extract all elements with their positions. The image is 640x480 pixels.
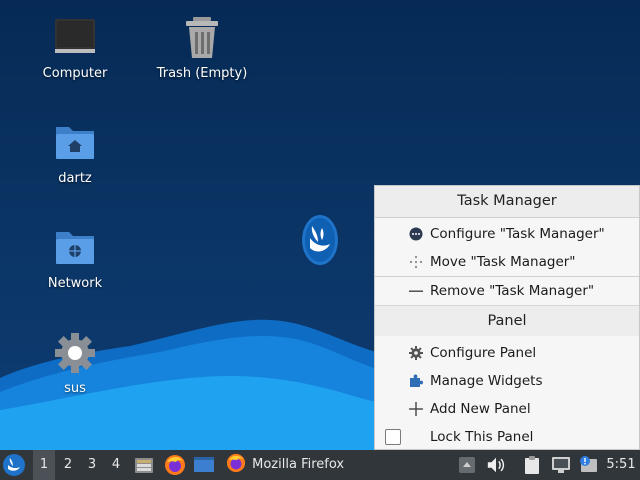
clock[interactable]: 5:51 bbox=[604, 450, 638, 480]
move-icon bbox=[409, 255, 423, 269]
workspace-1[interactable]: 1 bbox=[33, 450, 55, 480]
menu-item-add-new-panel[interactable]: Add New Panel bbox=[375, 395, 639, 423]
computer-icon bbox=[55, 19, 95, 53]
desktop-icon-computer[interactable]: Computer bbox=[20, 16, 130, 81]
gear-icon bbox=[55, 333, 95, 373]
desktop-icon-network[interactable]: Network bbox=[20, 226, 130, 291]
desktop-icon-label: Network bbox=[47, 276, 103, 291]
desktop-icon-dartz[interactable]: dartz bbox=[20, 121, 130, 186]
gear-icon bbox=[409, 346, 423, 360]
panel-context-menu: Task Manager Configure "Task Manager" Mo… bbox=[374, 185, 640, 450]
task-manager-icon bbox=[409, 227, 423, 241]
menu-item-label: Remove "Task Manager" bbox=[430, 283, 595, 299]
network-tray[interactable] bbox=[550, 450, 572, 480]
desktop-icon-sus[interactable]: sus bbox=[20, 331, 130, 396]
lubuntu-logo-icon bbox=[302, 215, 338, 265]
volume-icon bbox=[487, 457, 505, 473]
tray-up-arrow-icon bbox=[459, 457, 475, 473]
updates-tray[interactable] bbox=[578, 450, 598, 480]
desktop-icon-label: sus bbox=[64, 381, 86, 396]
plus-icon bbox=[409, 402, 423, 416]
start-menu-button[interactable] bbox=[2, 450, 30, 480]
menu-item-label: Manage Widgets bbox=[430, 373, 543, 389]
menu-item-move-task-manager[interactable]: Move "Task Manager" bbox=[375, 248, 639, 276]
workspace-3[interactable]: 3 bbox=[81, 450, 103, 480]
menu-item-label: Move "Task Manager" bbox=[430, 254, 576, 270]
show-desktop-button[interactable] bbox=[193, 450, 215, 480]
desktop-icon-trash[interactable]: Trash (Empty) bbox=[147, 16, 257, 81]
menu-item-label: Configure "Task Manager" bbox=[430, 226, 605, 242]
clipboard-icon bbox=[525, 456, 539, 474]
menu-header-panel: Panel bbox=[375, 305, 639, 336]
menu-item-configure-task-manager[interactable]: Configure "Task Manager" bbox=[375, 220, 639, 248]
menu-item-lock-this-panel[interactable]: Lock This Panel bbox=[375, 423, 639, 451]
desktop-icon-label: Trash (Empty) bbox=[156, 66, 248, 81]
workspace-4[interactable]: 4 bbox=[105, 450, 127, 480]
menu-separator bbox=[375, 217, 639, 218]
menu-item-label: Add New Panel bbox=[430, 401, 531, 417]
menu-item-manage-widgets[interactable]: Manage Widgets bbox=[375, 367, 639, 395]
file-manager-icon bbox=[135, 458, 153, 473]
firefox-icon bbox=[165, 455, 185, 475]
home-folder-icon bbox=[56, 127, 94, 159]
firefox-launcher[interactable] bbox=[164, 450, 186, 480]
lubuntu-menu-icon bbox=[3, 454, 25, 476]
puzzle-icon bbox=[410, 374, 423, 387]
desktop-icon-label: Computer bbox=[42, 66, 108, 81]
workspace-2[interactable]: 2 bbox=[57, 450, 79, 480]
network-folder-icon bbox=[56, 232, 94, 264]
desktop-icon-label: dartz bbox=[58, 171, 92, 186]
remove-icon bbox=[409, 290, 423, 292]
menu-item-label: Configure Panel bbox=[430, 345, 537, 361]
trash-icon bbox=[186, 17, 218, 58]
network-icon bbox=[552, 457, 570, 473]
menu-item-configure-panel[interactable]: Configure Panel bbox=[375, 339, 639, 367]
lock-panel-checkbox[interactable] bbox=[385, 429, 401, 445]
firefox-icon bbox=[226, 453, 246, 473]
menu-item-remove-task-manager[interactable]: Remove "Task Manager" bbox=[375, 277, 639, 305]
menu-item-label: Lock This Panel bbox=[430, 429, 534, 445]
update-notification-icon bbox=[580, 456, 597, 472]
desktop-icon bbox=[194, 457, 214, 472]
clipboard-tray[interactable] bbox=[522, 450, 542, 480]
volume-button[interactable] bbox=[486, 450, 508, 480]
menu-header-task-manager: Task Manager bbox=[375, 186, 639, 217]
taskbar: 1 2 3 4 Mozilla Firefox 5:51 bbox=[0, 450, 640, 480]
task-firefox-window[interactable]: Mozilla Firefox bbox=[222, 450, 362, 480]
tray-expand-button[interactable] bbox=[458, 450, 476, 480]
task-window-title: Mozilla Firefox bbox=[252, 457, 345, 472]
file-manager-launcher[interactable] bbox=[134, 450, 154, 480]
